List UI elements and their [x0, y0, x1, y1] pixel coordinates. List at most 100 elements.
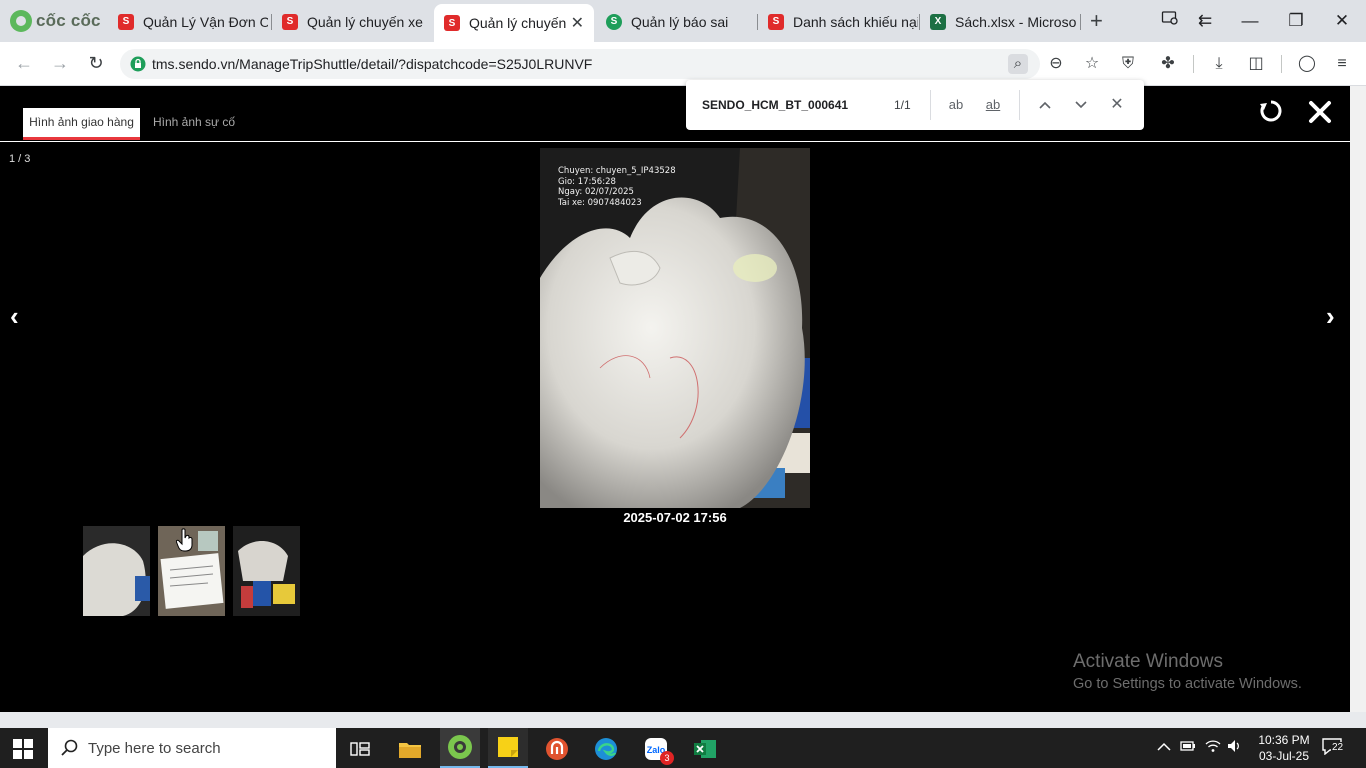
tab-delivery-images[interactable]: Hình ảnh giao hàng — [23, 108, 140, 140]
url-text: tms.sendo.vn/ManageTripShuttle/detail/?d… — [152, 56, 593, 72]
notification-count: 22 — [1331, 742, 1345, 753]
sticky-notes-icon[interactable] — [488, 728, 528, 768]
forward-icon[interactable]: → — [48, 52, 72, 74]
thumbnail-goods-image — [233, 526, 300, 616]
close-viewer-icon[interactable] — [1306, 98, 1334, 126]
zalo-icon[interactable]: Zalo 3 — [636, 734, 676, 765]
rotate-icon[interactable] — [1258, 98, 1284, 124]
stamp-line: Gio: 17:56:28 — [558, 176, 616, 187]
new-tab-plus-icon[interactable]: + — [1090, 9, 1103, 33]
activate-windows-title: Activate Windows — [1073, 651, 1223, 672]
photo-timestamp-overlay: Chuyen: chuyen_5_IP43528 Gio: 17:56:28 N… — [558, 166, 676, 209]
tab-close-icon[interactable]: ✕ — [571, 13, 584, 33]
stamp-line: Chuyen: chuyen_5_IP43528 — [558, 166, 676, 176]
zalo-notification-badge: 3 — [660, 751, 674, 765]
browser-brand: cốc cốc — [10, 9, 101, 33]
tabs-divider — [0, 141, 1350, 142]
system-clock[interactable]: 10:36 PM 03-Jul-25 — [1252, 732, 1316, 764]
task-view-icon[interactable] — [340, 734, 380, 764]
find-match-count: 1/1 — [894, 98, 911, 112]
whole-word-button[interactable]: ab — [982, 95, 1004, 115]
reload-icon[interactable]: ↻ — [84, 52, 108, 74]
restore-icon[interactable]: ❐ — [1282, 8, 1310, 34]
back-icon[interactable]: ← — [12, 52, 36, 74]
tab-incident-images[interactable]: Hình ảnh sự cố — [153, 108, 235, 140]
battery-icon[interactable] — [1180, 739, 1196, 756]
find-in-page-icon[interactable]: ⌕ — [1008, 54, 1028, 74]
stamp-line: Tai xe: 0907484023 — [558, 198, 642, 209]
windows-start-icon[interactable] — [12, 738, 34, 760]
tab-label: Quản lý báo sai — [631, 13, 729, 30]
stamp-line: Ngay: 02/07/2025 — [558, 187, 634, 198]
find-separator — [1019, 90, 1020, 120]
thumbnail-bag-image — [83, 526, 150, 616]
tab-quan-ly-chuyen-xe[interactable]: S Quản lý chuyến xe — [272, 5, 432, 38]
toolbar-separator — [1281, 55, 1282, 73]
tab-quan-ly-bao-sai[interactable]: S Quản lý báo sai — [596, 5, 756, 38]
clock-time: 10:36 PM — [1258, 733, 1310, 747]
menu-hamburger-icon[interactable]: ≡ — [1331, 54, 1353, 74]
find-next-chevron-down-icon[interactable] — [1070, 95, 1092, 115]
image-counter: 1 / 3 — [9, 153, 31, 165]
bookmark-star-icon[interactable]: ☆ — [1081, 54, 1103, 74]
tray-chevron-up-icon[interactable] — [1157, 739, 1171, 755]
browser-toolbar: ← → ↻ tms.sendo.vn/ManageTripShuttle/det… — [0, 42, 1366, 86]
clock-date: 03-Jul-25 — [1258, 749, 1310, 763]
hand-cursor-icon — [176, 528, 193, 552]
find-previous-chevron-up-icon[interactable] — [1034, 95, 1056, 115]
close-window-icon[interactable]: ✕ — [1328, 8, 1356, 34]
tab-quan-ly-chuyen-active[interactable]: S Quản lý chuyến ✕ — [434, 4, 594, 42]
thumbnail-3[interactable] — [233, 526, 300, 616]
page-scrollbar[interactable] — [1350, 86, 1366, 712]
excel-favicon-icon: X — [930, 13, 946, 30]
vpn-app-icon[interactable] — [537, 734, 577, 764]
download-icon[interactable]: ⤓ — [1208, 54, 1230, 74]
address-bar[interactable]: tms.sendo.vn/ManageTripShuttle/detail/?d… — [120, 49, 1040, 79]
excel-taskbar-icon[interactable] — [685, 734, 725, 764]
prev-image-arrow[interactable]: ‹ — [10, 301, 19, 332]
browser-bottom-edge — [0, 712, 1366, 728]
secure-lock-icon[interactable] — [130, 56, 146, 72]
taskbar-search-placeholder: Type here to search — [88, 740, 221, 757]
wifi-icon[interactable] — [1205, 739, 1221, 756]
sendo-favicon-icon: S — [282, 13, 298, 30]
edge-browser-icon[interactable] — [586, 734, 626, 764]
coccoc-logo-icon — [10, 10, 32, 32]
next-image-arrow[interactable]: › — [1326, 301, 1335, 332]
extensions-puzzle-icon[interactable]: ✤ — [1157, 54, 1179, 74]
volume-icon[interactable] — [1227, 739, 1243, 756]
activate-windows-subtitle: Go to Settings to activate Windows. — [1073, 676, 1302, 692]
close-find-icon[interactable]: ✕ — [1106, 95, 1128, 115]
tab-quan-ly-van-don[interactable]: S Quản Lý Vận Đơn Or — [108, 5, 268, 38]
sidebar-split-icon[interactable]: ◫ — [1245, 54, 1267, 74]
shield-icon[interactable]: ⛨ — [1117, 54, 1139, 74]
search-icon — [61, 739, 78, 756]
main-photo: Chuyen: chuyen_5_IP43528 Gio: 17:56:28 N… — [540, 148, 810, 508]
screenshot-icon[interactable] — [1156, 8, 1184, 34]
minimize-icon[interactable]: — — [1236, 8, 1264, 34]
file-explorer-icon[interactable] — [390, 734, 430, 764]
back-history-icon[interactable]: ⇇ — [1191, 8, 1219, 34]
tab-label: Quản Lý Vận Đơn Or — [143, 13, 268, 30]
toolbar-separator — [1193, 55, 1194, 73]
coccoc-taskbar-icon[interactable] — [440, 728, 480, 768]
photo-caption: 2025-07-02 17:56 — [623, 510, 727, 525]
taskbar-search-box[interactable]: Type here to search — [48, 728, 336, 768]
find-query-input[interactable]: SENDO_HCM_BT_000641 — [702, 98, 848, 112]
sendo-favicon-icon: S — [118, 13, 134, 30]
thumbnail-1[interactable] — [83, 526, 150, 616]
tab-danh-sach-khieu-nai[interactable]: S Danh sách khiếu nại — [758, 5, 918, 38]
tab-label: Danh sách khiếu nại — [793, 13, 918, 30]
profile-avatar-icon[interactable]: ◯ — [1296, 54, 1318, 74]
brand-name: cốc cốc — [36, 11, 101, 30]
tab-label: Quản lý chuyến xe — [307, 13, 423, 30]
tab-label: Sách.xlsx - Microsoft — [955, 13, 1076, 30]
green-s-favicon-icon: S — [606, 13, 622, 30]
tab-strip: cốc cốc S Quản Lý Vận Đơn Or S Quản lý c… — [0, 0, 1366, 42]
windows-taskbar: Type here to search Zalo 3 10:36 PM 03-J… — [0, 728, 1366, 768]
notifications-icon[interactable]: 22 — [1322, 737, 1348, 759]
tab-sach-xlsx[interactable]: X Sách.xlsx - Microsoft — [920, 5, 1076, 38]
zoom-out-icon[interactable]: ⊖ — [1045, 54, 1067, 74]
match-case-button[interactable]: ab — [945, 95, 967, 115]
tab-label: Quản lý chuyến — [469, 15, 567, 31]
